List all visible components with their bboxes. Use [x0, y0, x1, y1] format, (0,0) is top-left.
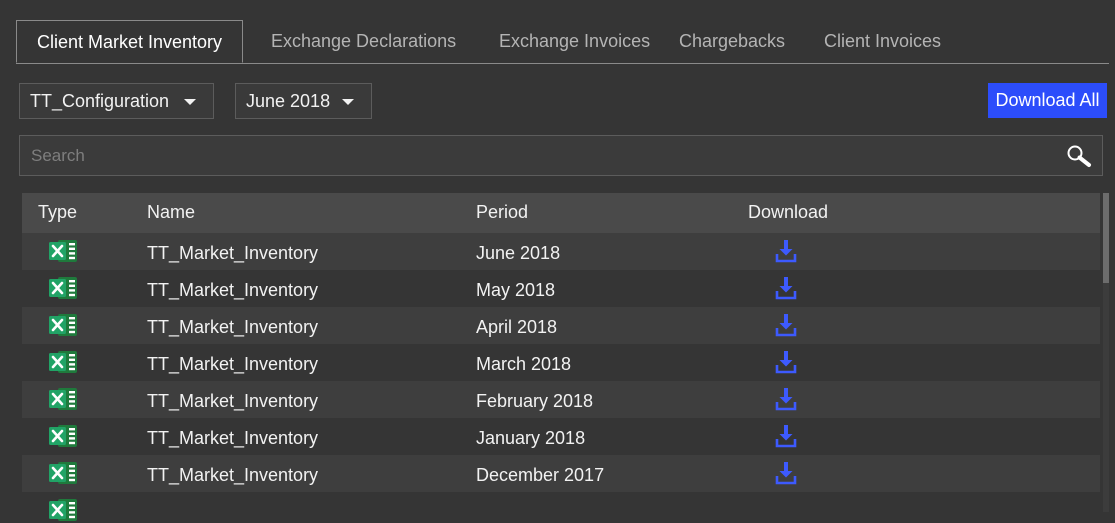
- scrollbar-thumb[interactable]: [1103, 193, 1109, 283]
- table-row[interactable]: TT_Market_Inventory June 2018: [22, 233, 1100, 270]
- download-icon[interactable]: [775, 461, 797, 485]
- column-header-name: Name: [147, 202, 196, 222]
- table-header: Type Name Period Download: [22, 193, 1100, 233]
- period-dropdown[interactable]: June 2018: [235, 83, 372, 119]
- row-name: TT_Market_Inventory: [147, 317, 319, 337]
- download-all-button[interactable]: Download All: [988, 83, 1107, 118]
- table-row[interactable]: TT_Market_Inventory December 2017: [22, 455, 1100, 492]
- configuration-value: TT_Configuration: [30, 91, 170, 111]
- row-period: January 2018: [476, 428, 586, 448]
- download-icon[interactable]: [775, 350, 797, 374]
- column-header-period: Period: [476, 202, 529, 222]
- excel-icon: [48, 313, 78, 337]
- scrollbar[interactable]: [1103, 193, 1109, 512]
- chevron-down-icon: [342, 99, 354, 105]
- table-row[interactable]: TT_Market_Inventory April 2018: [22, 307, 1100, 344]
- excel-icon: [48, 350, 78, 374]
- row-period: December 2017: [476, 465, 605, 485]
- tab-client-invoices[interactable]: Client Invoices: [824, 20, 941, 63]
- period-value: June 2018: [246, 91, 331, 111]
- tab-exchange-invoices[interactable]: Exchange Invoices: [499, 20, 650, 63]
- chevron-down-icon: [184, 99, 196, 105]
- search-input[interactable]: [31, 136, 1031, 175]
- column-header-download: Download: [748, 202, 829, 222]
- download-icon[interactable]: [775, 387, 797, 411]
- row-name: TT_Market_Inventory: [147, 428, 319, 448]
- row-name: TT_Market_Inventory: [147, 280, 319, 300]
- row-name: TT_Market_Inventory: [147, 243, 319, 263]
- inventory-table: Type Name Period Download TT_Market_Inve…: [22, 193, 1100, 523]
- excel-icon: [48, 239, 78, 263]
- excel-icon: [48, 387, 78, 411]
- download-icon[interactable]: [775, 424, 797, 448]
- tab-exchange-declarations[interactable]: Exchange Declarations: [271, 20, 456, 63]
- row-period: April 2018: [476, 317, 558, 337]
- table-row[interactable]: [22, 492, 1100, 523]
- table-row[interactable]: TT_Market_Inventory January 2018: [22, 418, 1100, 455]
- tab-bar: Client Market Inventory Exchange Declara…: [16, 20, 1109, 64]
- table-row[interactable]: TT_Market_Inventory March 2018: [22, 344, 1100, 381]
- download-icon[interactable]: [775, 239, 797, 263]
- tab-client-market-inventory[interactable]: Client Market Inventory: [16, 20, 243, 63]
- download-icon[interactable]: [775, 276, 797, 300]
- row-period: March 2018: [476, 354, 572, 374]
- excel-icon: [48, 461, 78, 485]
- row-period: June 2018: [476, 243, 561, 263]
- row-name: TT_Market_Inventory: [147, 465, 319, 485]
- column-header-type: Type: [38, 202, 78, 222]
- download-icon[interactable]: [775, 313, 797, 337]
- row-period: February 2018: [476, 391, 594, 411]
- table-row[interactable]: TT_Market_Inventory May 2018: [22, 270, 1100, 307]
- excel-icon: [48, 424, 78, 448]
- row-name: TT_Market_Inventory: [147, 354, 319, 374]
- table-row[interactable]: TT_Market_Inventory February 2018: [22, 381, 1100, 418]
- excel-icon: [48, 276, 78, 300]
- configuration-dropdown[interactable]: TT_Configuration: [19, 83, 214, 119]
- row-period: May 2018: [476, 280, 556, 300]
- search-box: [19, 135, 1103, 176]
- search-icon[interactable]: [1066, 144, 1092, 168]
- row-name: TT_Market_Inventory: [147, 391, 319, 411]
- tab-chargebacks[interactable]: Chargebacks: [679, 20, 785, 63]
- excel-icon: [48, 498, 78, 522]
